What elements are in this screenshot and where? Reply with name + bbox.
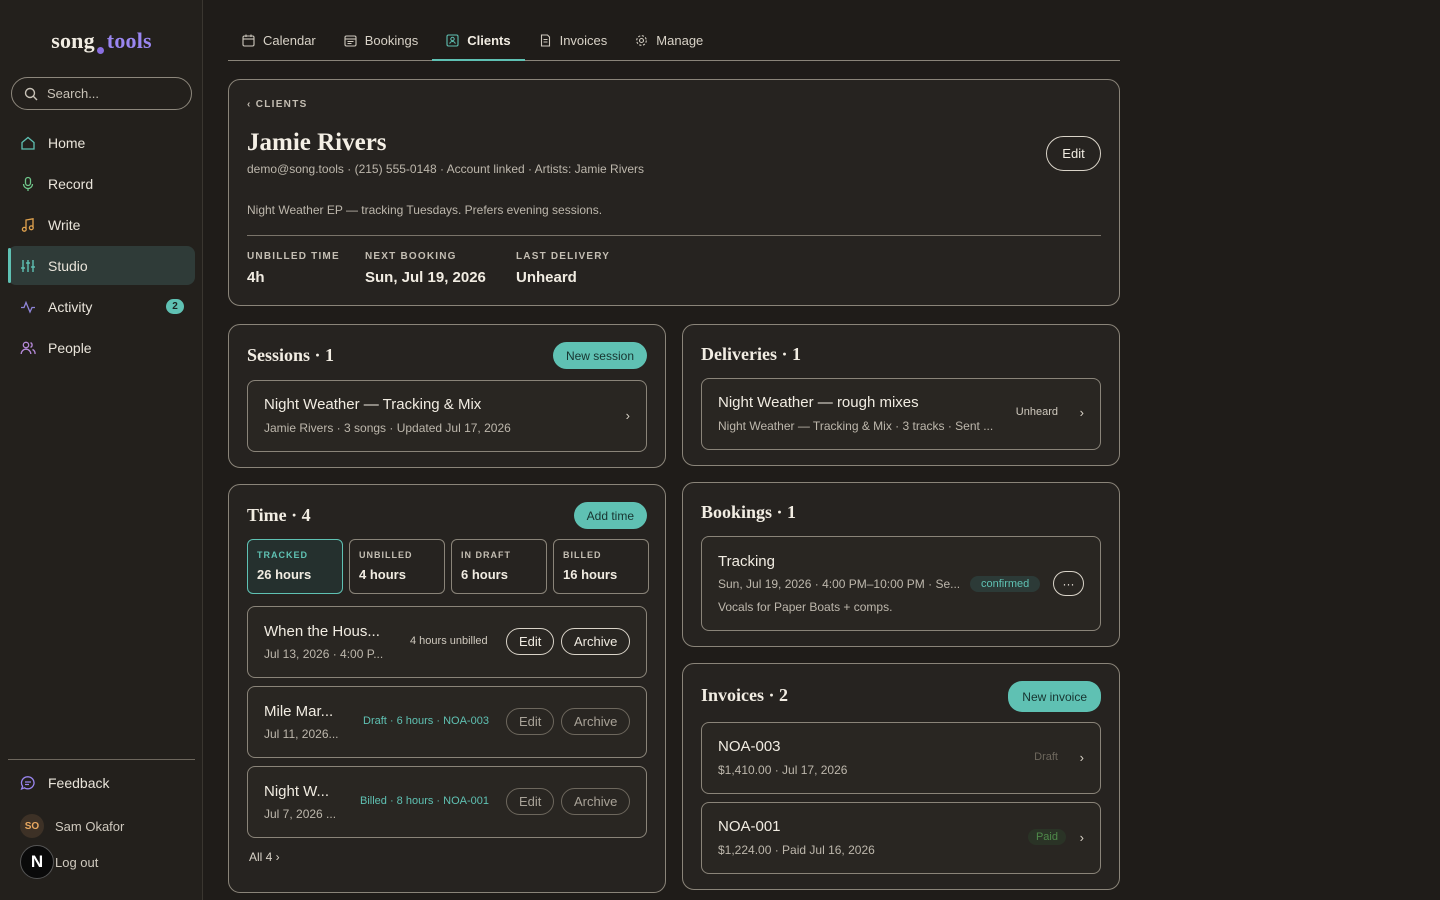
stat-last-delivery: LAST DELIVERY Unheard bbox=[516, 251, 611, 286]
sessions-title: Sessions · 1 bbox=[247, 345, 335, 365]
activity-icon bbox=[20, 299, 36, 315]
tile-unbilled[interactable]: UNBILLED 4 hours bbox=[349, 539, 445, 594]
chevron-right-icon: › bbox=[625, 408, 630, 423]
edit-client-button[interactable]: Edit bbox=[1046, 136, 1101, 171]
sessions-card: Sessions · 1 New session Night Weather —… bbox=[228, 324, 666, 468]
sidebar-item-label: Write bbox=[48, 216, 81, 233]
sidebar-divider bbox=[8, 759, 195, 760]
sidebar-item-label: People bbox=[48, 339, 92, 356]
n-badge-button[interactable]: N bbox=[20, 845, 54, 879]
booking-row[interactable]: Tracking Sun, Jul 19, 2026 · 4:00 PM–10:… bbox=[701, 536, 1101, 631]
bookings-card: Bookings · 1 Tracking Sun, Jul 19, 2026 … bbox=[682, 482, 1120, 647]
tab-clients[interactable]: Clients bbox=[432, 20, 525, 61]
archive-entry-button[interactable]: Archive bbox=[561, 628, 631, 655]
sidebar-item-people[interactable]: People bbox=[8, 328, 195, 367]
sidebar-item-studio[interactable]: Studio bbox=[8, 246, 195, 285]
sidebar-item-label: Studio bbox=[48, 257, 88, 274]
invoices-title: Invoices · 2 bbox=[701, 685, 789, 705]
tile-tracked[interactable]: TRACKED 26 hours bbox=[247, 539, 343, 594]
client-header-card: ‹ CLIENTS Jamie Rivers demo@song.tools ·… bbox=[228, 79, 1120, 306]
user-profile[interactable]: SO Sam Okafor bbox=[20, 814, 124, 838]
status-badge: Draft bbox=[1034, 751, 1058, 763]
sidebar-item-label: Activity bbox=[48, 298, 93, 315]
client-note: Night Weather EP — tracking Tuesdays. Pr… bbox=[247, 203, 603, 217]
new-invoice-button[interactable]: New invoice bbox=[1008, 681, 1101, 712]
delivery-row[interactable]: Night Weather — rough mixes Night Weathe… bbox=[701, 378, 1101, 450]
chat-bubble-icon bbox=[20, 775, 36, 791]
breadcrumb[interactable]: ‹ CLIENTS bbox=[247, 99, 308, 110]
deliveries-title: Deliveries · 1 bbox=[701, 344, 801, 364]
tab-calendar[interactable]: Calendar bbox=[228, 20, 330, 60]
tab-invoices[interactable]: Invoices bbox=[525, 20, 622, 60]
invoice-icon bbox=[539, 33, 552, 47]
tile-in-draft[interactable]: IN DRAFT 6 hours bbox=[451, 539, 547, 594]
gear-icon bbox=[635, 34, 648, 47]
time-entry-row[interactable]: Mile Mar... Jul 11, 2026... Draft · 6 ho… bbox=[247, 686, 647, 758]
new-session-button[interactable]: New session bbox=[552, 342, 647, 369]
tab-bookings[interactable]: Bookings bbox=[330, 20, 432, 60]
time-entry-row[interactable]: When the Hous... Jul 13, 2026 · 4:00 P..… bbox=[247, 606, 647, 678]
sidebar-item-record[interactable]: Record bbox=[8, 164, 195, 203]
stat-unbilled-time: UNBILLED TIME 4h bbox=[247, 251, 340, 286]
edit-entry-button[interactable]: Edit bbox=[506, 708, 555, 735]
activity-count-badge: 2 bbox=[166, 299, 184, 314]
search-input[interactable] bbox=[47, 86, 177, 101]
music-note-icon bbox=[20, 217, 36, 233]
time-card: Time · 4 Add time TRACKED 26 hours UNBIL… bbox=[228, 484, 666, 893]
clients-icon bbox=[446, 33, 459, 47]
time-summary-tiles: TRACKED 26 hours UNBILLED 4 hours IN DRA… bbox=[247, 539, 649, 594]
bookings-title: Bookings · 1 bbox=[701, 502, 797, 522]
chevron-right-icon: › bbox=[1079, 405, 1084, 420]
deliveries-card: Deliveries · 1 Night Weather — rough mix… bbox=[682, 324, 1120, 466]
archive-entry-button[interactable]: Archive bbox=[561, 788, 631, 815]
sidebar-item-home[interactable]: Home bbox=[8, 123, 195, 162]
tab-manage[interactable]: Manage bbox=[621, 20, 717, 60]
invoice-row[interactable]: NOA-003 $1,410.00 · Jul 17, 2026 Draft › bbox=[701, 722, 1101, 794]
entry-status: Billed · 8 hours · NOA-001 bbox=[360, 795, 489, 807]
search-box[interactable] bbox=[11, 77, 192, 110]
time-entry-row[interactable]: Night W... Jul 7, 2026 ... Billed · 8 ho… bbox=[247, 766, 647, 838]
user-name: Sam Okafor bbox=[55, 818, 125, 834]
chevron-right-icon: › bbox=[1079, 830, 1084, 845]
search-icon bbox=[24, 87, 38, 101]
time-title: Time · 4 bbox=[247, 505, 311, 525]
edit-entry-button[interactable]: Edit bbox=[506, 628, 555, 655]
mic-icon bbox=[20, 176, 36, 192]
page-title: Jamie Rivers bbox=[247, 129, 387, 156]
session-row[interactable]: Night Weather — Tracking & Mix Jamie Riv… bbox=[247, 380, 647, 452]
entry-status: 4 hours unbilled bbox=[410, 635, 488, 647]
home-icon bbox=[20, 135, 36, 151]
calendar-icon bbox=[242, 34, 255, 47]
stat-next-booking: NEXT BOOKING Sun, Jul 19, 2026 bbox=[365, 251, 486, 286]
people-icon bbox=[20, 340, 36, 356]
sidebar-item-write[interactable]: Write bbox=[8, 205, 195, 244]
delivery-status: Unheard bbox=[1015, 406, 1058, 418]
tile-billed[interactable]: BILLED 16 hours bbox=[553, 539, 649, 594]
entry-status: Draft · 6 hours · NOA-003 bbox=[363, 715, 489, 727]
avatar: SO bbox=[20, 814, 44, 838]
edit-entry-button[interactable]: Edit bbox=[506, 788, 555, 815]
sidebar-item-label: Record bbox=[48, 175, 94, 192]
header-divider bbox=[247, 235, 1101, 236]
status-badge: Paid bbox=[1027, 829, 1066, 845]
more-options-button[interactable]: ··· bbox=[1053, 571, 1084, 596]
sidebar-item-label: Home bbox=[48, 134, 86, 151]
bookings-icon bbox=[344, 34, 357, 47]
feedback-link[interactable]: Feedback bbox=[20, 775, 109, 791]
logo-dot bbox=[96, 47, 104, 54]
sliders-icon bbox=[20, 258, 36, 274]
status-badge: confirmed bbox=[970, 576, 1041, 592]
archive-entry-button[interactable]: Archive bbox=[561, 708, 631, 735]
client-contact-meta: demo@song.tools · (215) 555-0148 · Accou… bbox=[247, 162, 645, 176]
all-time-entries-link[interactable]: All 4 › bbox=[249, 850, 280, 864]
invoice-row[interactable]: NOA-001 $1,224.00 · Paid Jul 16, 2026 Pa… bbox=[701, 802, 1101, 874]
sidebar-item-activity[interactable]: Activity 2 bbox=[8, 287, 195, 326]
chevron-right-icon: › bbox=[1079, 750, 1084, 765]
top-tabs: Calendar Bookings Clients Invoices Manag… bbox=[228, 20, 1120, 61]
add-time-button[interactable]: Add time bbox=[573, 502, 647, 529]
invoices-card: Invoices · 2 New invoice NOA-003 $1,410.… bbox=[682, 663, 1120, 890]
brand-logo[interactable]: song tools bbox=[0, 28, 203, 54]
sidebar-nav: Home Record Write Studio Activity 2 Peop… bbox=[8, 123, 195, 369]
sidebar: songtools Home Record Write Studio Activ… bbox=[0, 0, 203, 900]
